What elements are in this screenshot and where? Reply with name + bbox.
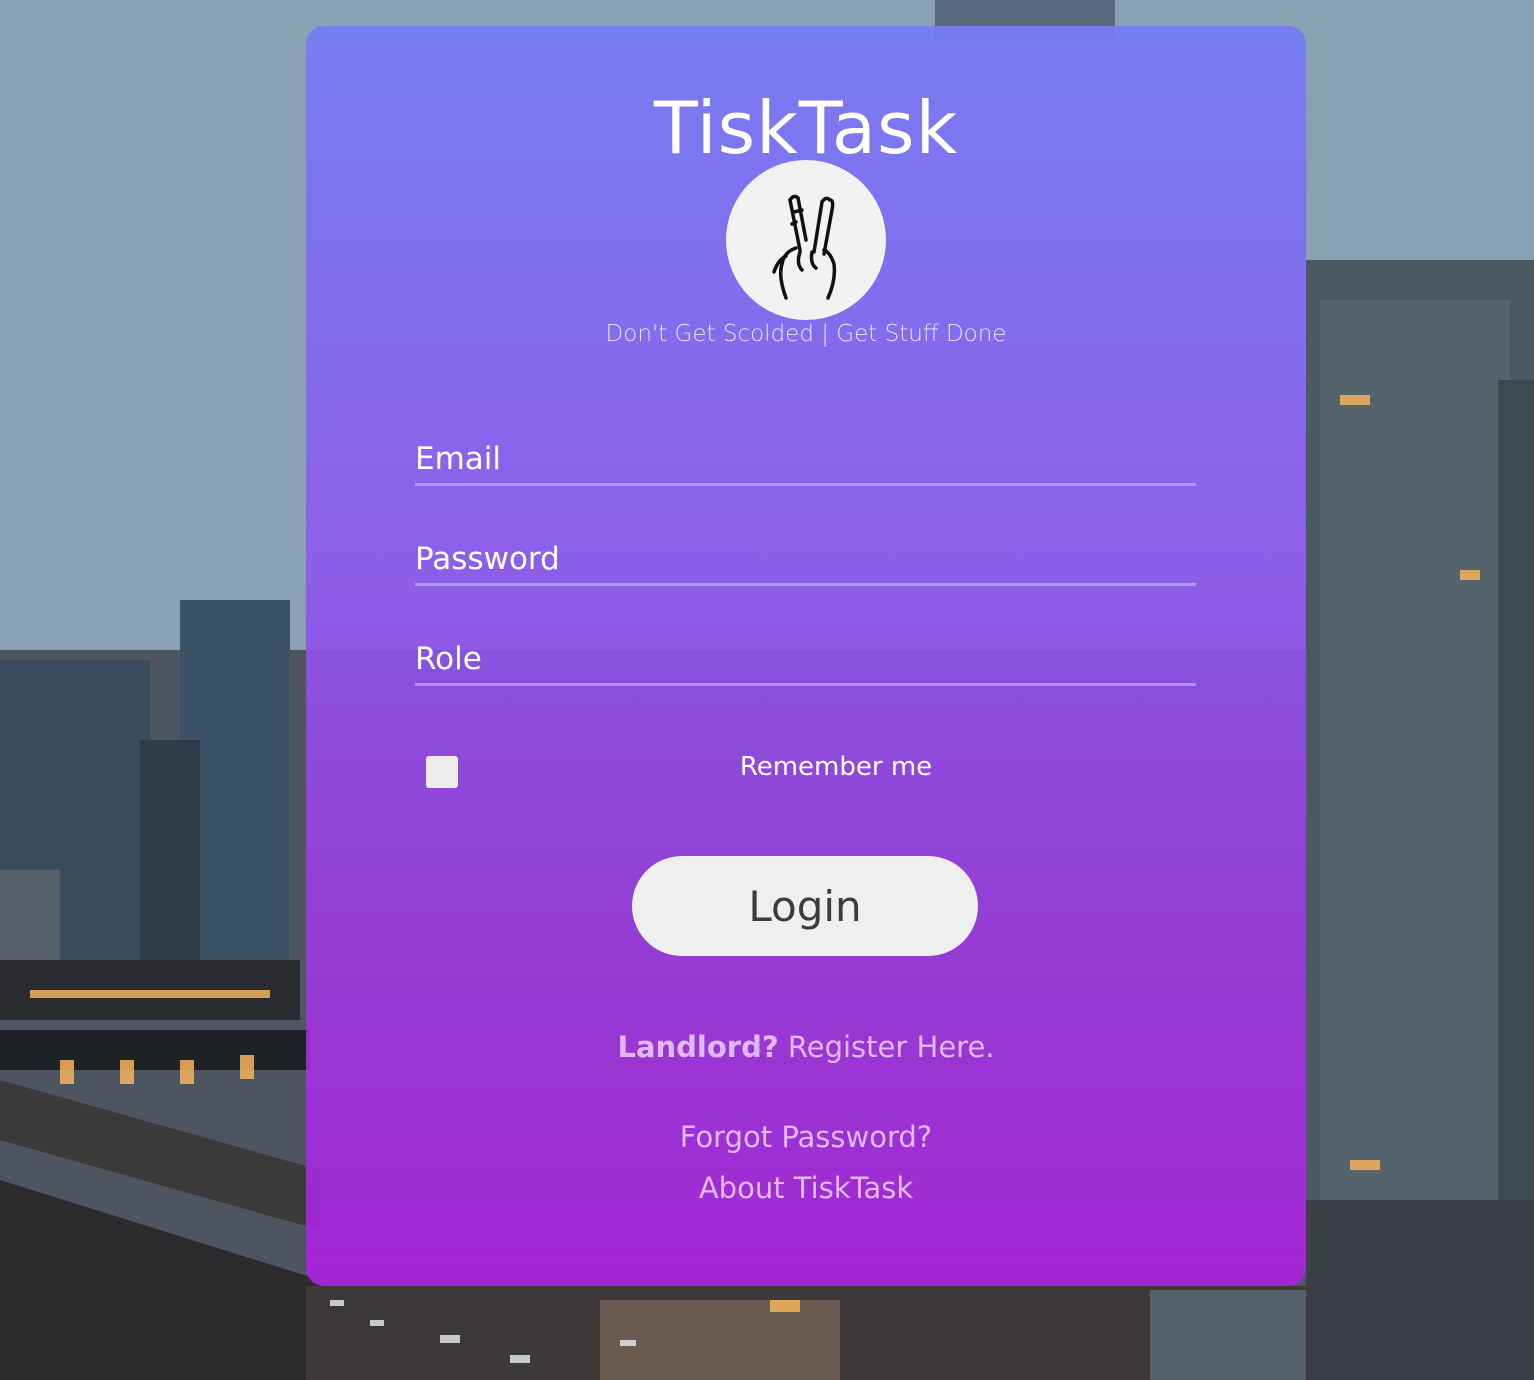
password-field[interactable]	[415, 537, 1196, 581]
password-field-wrapper	[415, 523, 1196, 586]
role-field[interactable]	[415, 637, 1196, 681]
remember-me-label[interactable]: Remember me	[686, 752, 986, 782]
crossed-fingers-icon	[726, 160, 886, 320]
email-field-wrapper	[415, 423, 1196, 486]
login-card: TiskTask Don't Get Scolded | Get Stuff D…	[306, 26, 1306, 1286]
login-button[interactable]: Login	[632, 856, 978, 956]
page-background: TiskTask Don't Get Scolded | Get Stuff D…	[0, 0, 1534, 1380]
remember-me-checkbox[interactable]	[426, 756, 458, 788]
register-link[interactable]: Register Here.	[788, 1030, 995, 1064]
forgot-password-link[interactable]: Forgot Password?	[306, 1120, 1306, 1154]
app-tagline: Don't Get Scolded | Get Stuff Done	[605, 321, 1007, 347]
register-prefix: Landlord?	[617, 1030, 779, 1064]
app-title: TiskTask	[653, 86, 959, 170]
about-link[interactable]: About TiskTask	[306, 1171, 1306, 1205]
register-prompt: Landlord? Register Here.	[306, 1030, 1306, 1064]
role-field-wrapper	[415, 623, 1196, 686]
email-field[interactable]	[415, 437, 1196, 481]
